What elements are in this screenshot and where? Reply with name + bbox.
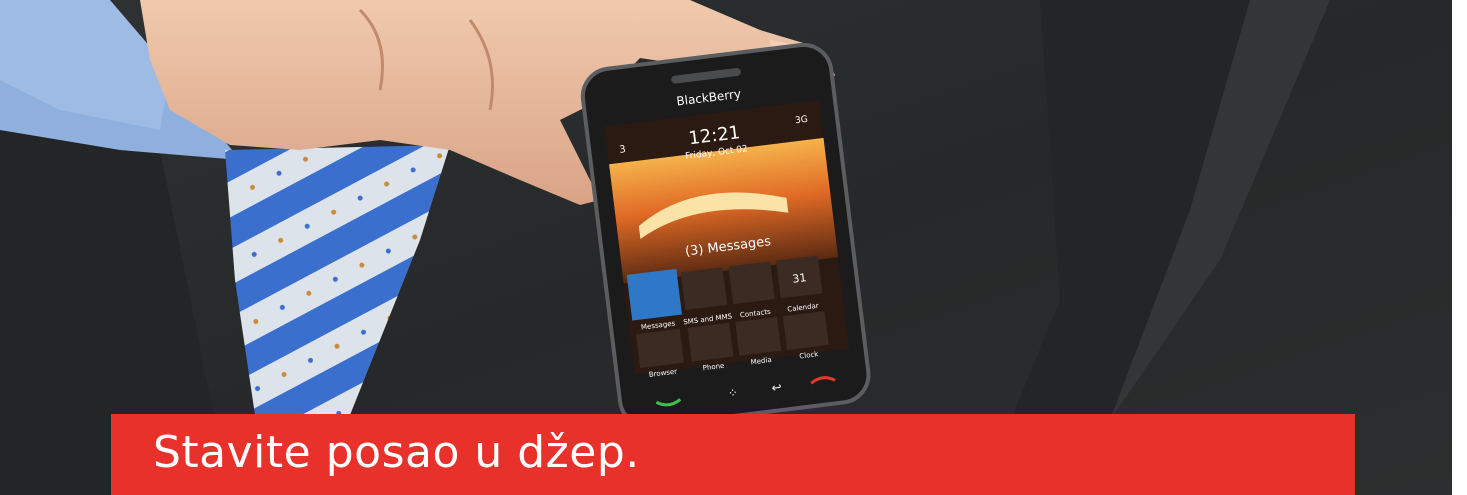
slogan-text: Stavite posao u džep. — [153, 427, 640, 478]
app-icon-sms[interactable] — [680, 267, 728, 311]
calendar-badge: 31 — [792, 271, 807, 286]
app-icon-phone[interactable] — [687, 322, 734, 362]
edge-strip — [1452, 0, 1467, 495]
app-icon-clock[interactable] — [782, 311, 829, 350]
menu-key-icon[interactable]: ⁘ — [727, 385, 739, 400]
app-icon-messages[interactable] — [626, 268, 682, 321]
notification-count: 3 — [619, 144, 627, 156]
network-indicator: 3G — [795, 115, 809, 126]
app-icon-contacts[interactable] — [728, 261, 775, 305]
back-key-icon[interactable]: ↩ — [771, 380, 783, 395]
banner: BlackBerry 3 12:21 Friday, Oct 02 3G (3)… — [0, 0, 1467, 495]
app-icon-media[interactable] — [735, 316, 782, 356]
app-icon-browser[interactable] — [636, 328, 684, 368]
